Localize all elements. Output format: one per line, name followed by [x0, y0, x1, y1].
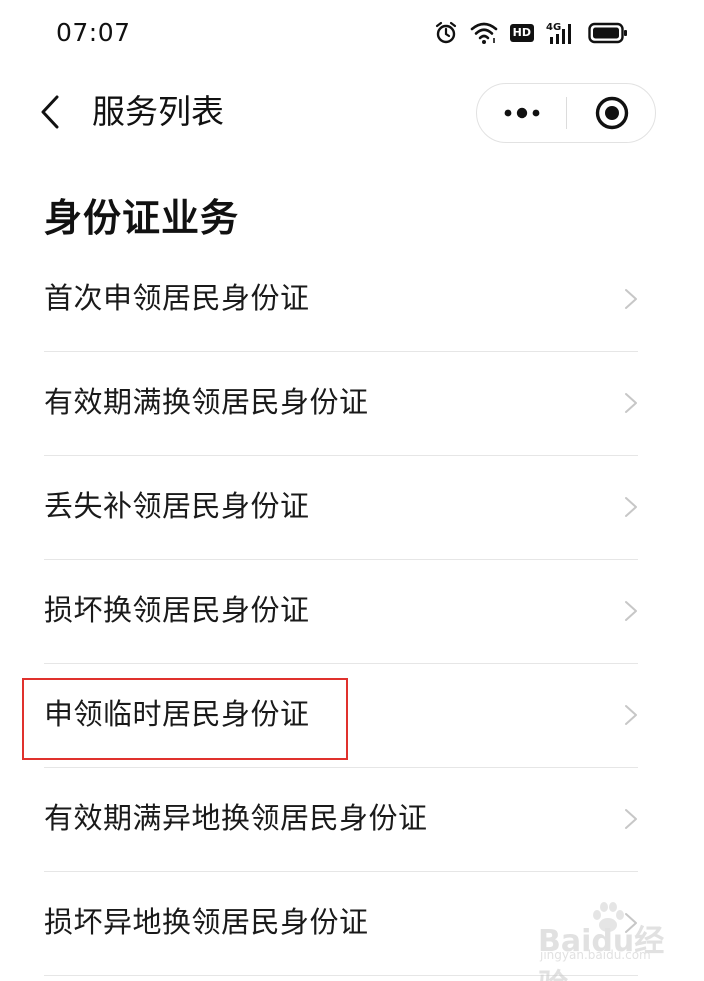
- menu-capsule: [476, 83, 656, 143]
- service-item-lost-replacement[interactable]: 丢失补领居民身份证: [44, 456, 638, 560]
- status-bar: 07:07 HD 4G: [0, 0, 704, 68]
- service-item-label: 损坏换领居民身份证: [44, 593, 310, 627]
- service-item-label: 丢失补领居民身份证: [44, 489, 310, 523]
- target-close-icon: [595, 96, 628, 130]
- watermark-sub: jingyan.baidu.com: [540, 948, 651, 962]
- chevron-left-icon: [41, 95, 59, 129]
- chevron-right-icon: [625, 497, 637, 517]
- chevron-right-icon: [625, 809, 637, 829]
- service-item-expiry-renewal[interactable]: 有效期满换领居民身份证: [44, 352, 638, 456]
- hd-icon: HD: [509, 24, 534, 42]
- page-title: 服务列表: [92, 92, 224, 131]
- wifi-icon: [470, 22, 497, 44]
- svg-text:4G: 4G: [546, 22, 561, 33]
- chevron-right-icon: [625, 601, 637, 621]
- chevron-right-icon: [625, 705, 637, 725]
- status-icons: HD 4G: [434, 20, 628, 46]
- service-item-damaged-replacement[interactable]: 损坏换领居民身份证: [44, 560, 638, 664]
- close-button[interactable]: [567, 84, 656, 142]
- section-title: 身份证业务: [44, 196, 240, 240]
- chevron-right-icon: [625, 393, 637, 413]
- service-list: 首次申领居民身份证 有效期满换领居民身份证 丢失补领居民身份证 损坏换领居民身份…: [44, 248, 638, 976]
- status-time: 07:07: [56, 18, 131, 47]
- battery-icon: [588, 22, 627, 44]
- service-item-label: 有效期满异地换领居民身份证: [44, 801, 428, 835]
- baidu-jingyan-watermark: Baidu经验 jingyan.baidu.com: [538, 898, 678, 981]
- 4g-signal-icon: 4G: [546, 22, 571, 44]
- service-item-label: 首次申领居民身份证: [44, 281, 310, 315]
- service-item-label: 申领临时居民身份证: [44, 697, 310, 731]
- nav-bar: 服务列表: [0, 80, 704, 146]
- service-item-first-application[interactable]: 首次申领居民身份证: [44, 248, 638, 352]
- service-item-offsite-expiry-renewal[interactable]: 有效期满异地换领居民身份证: [44, 768, 638, 872]
- more-button[interactable]: [477, 84, 566, 142]
- service-item-temporary-id[interactable]: 申领临时居民身份证: [44, 664, 638, 768]
- more-dots-icon: [504, 107, 539, 119]
- service-item-label: 损坏异地换领居民身份证: [44, 905, 369, 939]
- chevron-right-icon: [625, 289, 637, 309]
- back-button[interactable]: [30, 92, 70, 132]
- alarm-icon: [435, 21, 456, 44]
- service-item-label: 有效期满换领居民身份证: [44, 385, 369, 419]
